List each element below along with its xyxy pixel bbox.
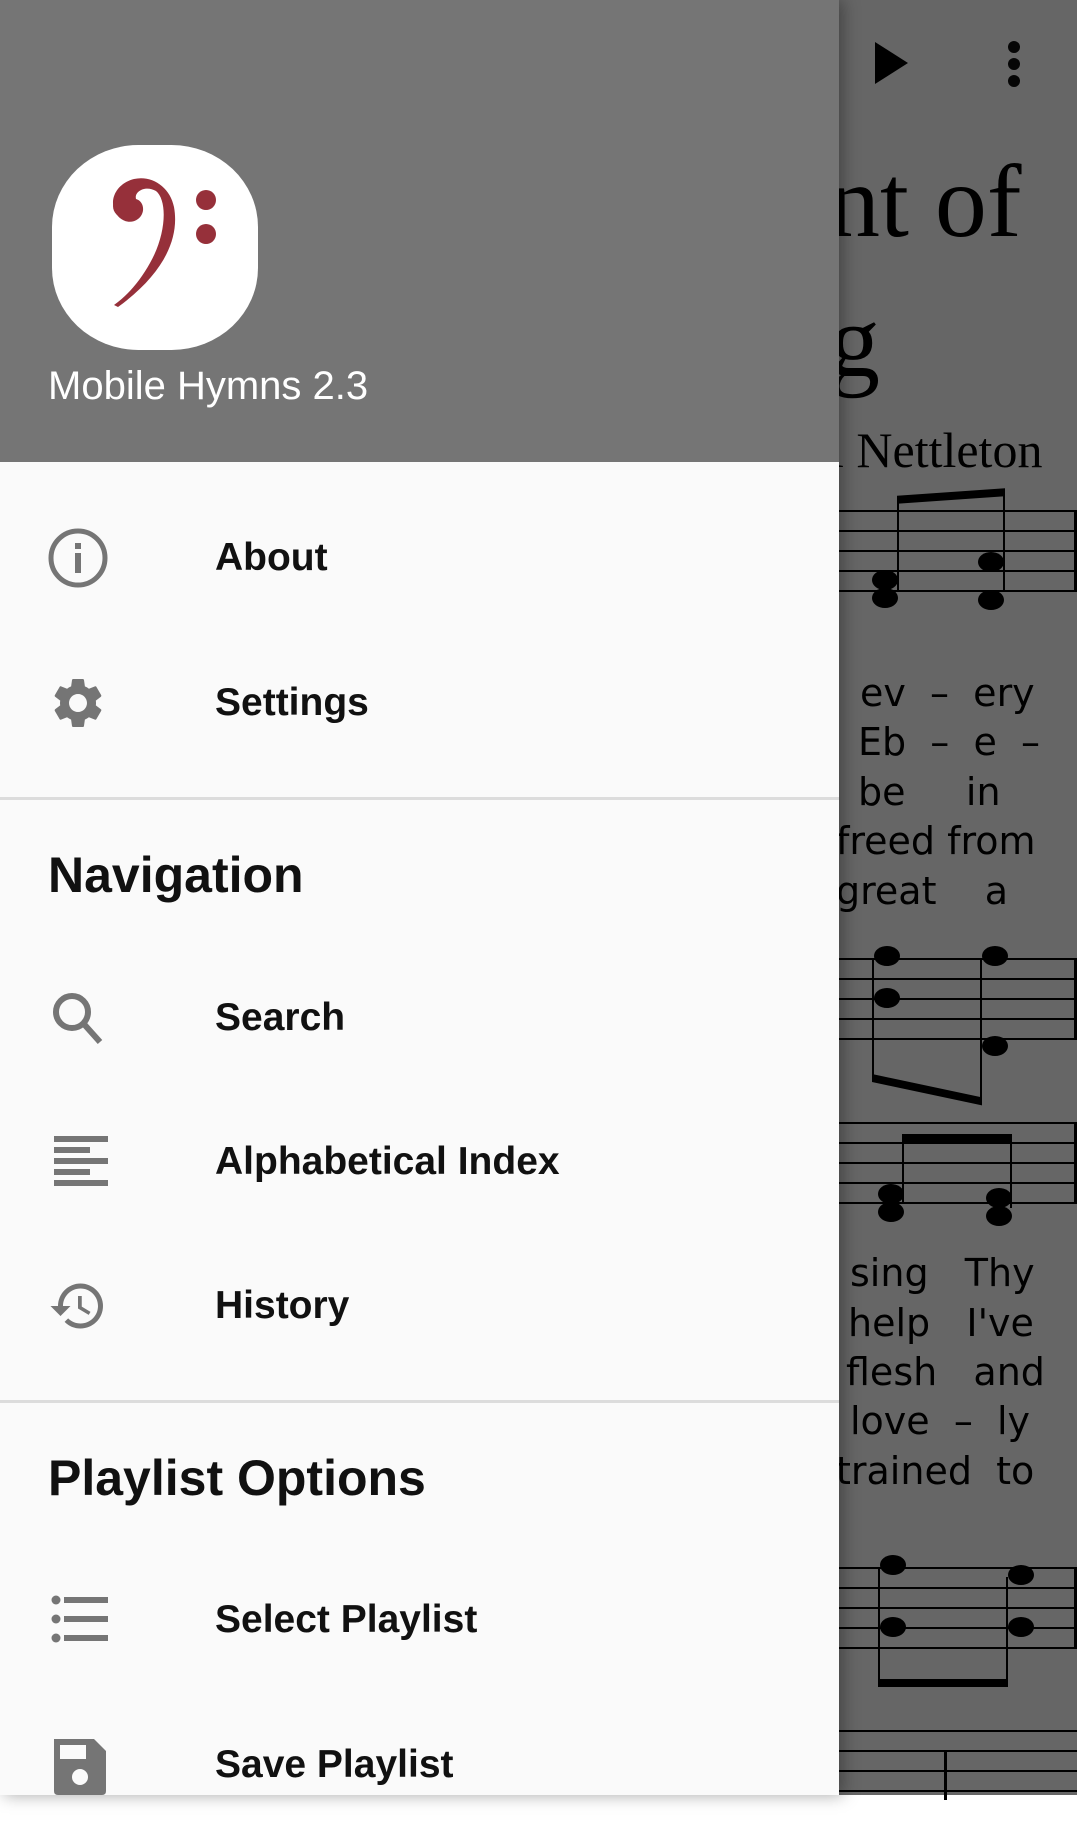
section-title-navigation: Navigation — [48, 847, 304, 903]
menu-item-about[interactable]: About — [0, 488, 839, 628]
section-divider — [0, 797, 839, 800]
menu-item-history[interactable]: History — [0, 1236, 839, 1376]
bass-clef-icon — [112, 178, 216, 307]
menu-item-search[interactable]: Search — [0, 948, 839, 1088]
gear-icon — [48, 673, 108, 733]
format-list-bulleted-icon — [48, 1590, 108, 1650]
search-icon — [48, 988, 108, 1048]
menu-item-label: History — [215, 1284, 350, 1327]
section-divider — [0, 1400, 839, 1403]
save-icon — [48, 1735, 108, 1795]
navigation-drawer: Mobile Hymns 2.3 About Settings Navigati… — [0, 0, 839, 1795]
menu-item-label: Save Playlist — [215, 1743, 454, 1786]
menu-item-label: About — [215, 536, 328, 579]
menu-item-alphabetical-index[interactable]: Alphabetical Index — [0, 1092, 839, 1232]
text-align-left-icon — [48, 1132, 108, 1192]
menu-item-label: Select Playlist — [215, 1598, 478, 1641]
info-icon — [48, 528, 108, 588]
menu-item-select-playlist[interactable]: Select Playlist — [0, 1550, 839, 1690]
section-title-playlist-options: Playlist Options — [48, 1450, 426, 1506]
menu-item-label: Search — [215, 996, 346, 1039]
menu-item-settings[interactable]: Settings — [0, 633, 839, 773]
app-logo — [52, 145, 258, 350]
drawer-header: Mobile Hymns 2.3 — [0, 0, 839, 462]
menu-item-save-playlist[interactable]: Save Playlist — [0, 1695, 839, 1835]
menu-item-label: Settings — [215, 681, 369, 724]
menu-item-label: Alphabetical Index — [215, 1140, 560, 1183]
history-icon — [48, 1276, 108, 1336]
app-title: Mobile Hymns 2.3 — [48, 364, 369, 408]
